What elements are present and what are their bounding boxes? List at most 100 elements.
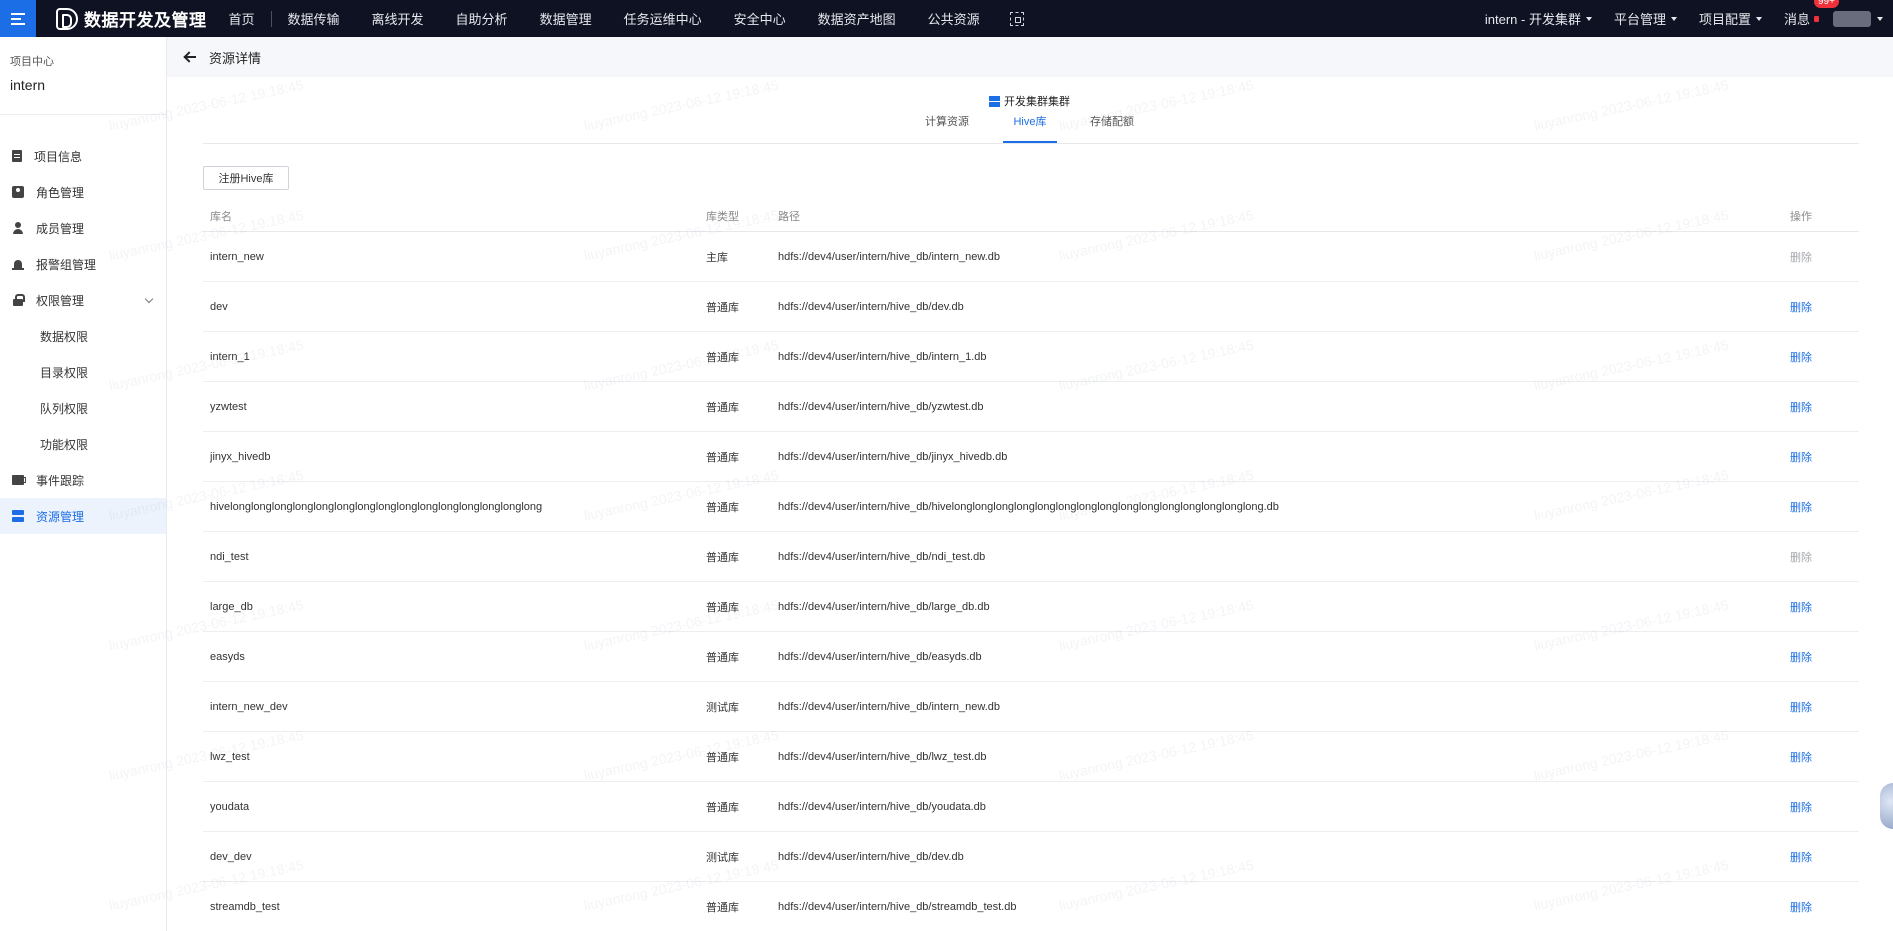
tabs-divider: [203, 143, 1859, 144]
db-name-cell: streamdb_test: [210, 900, 280, 913]
nav-offline-dev[interactable]: 离线开发: [356, 0, 440, 37]
delete-button[interactable]: 删除: [1790, 882, 1812, 931]
delete-button[interactable]: 删除: [1790, 532, 1812, 581]
register-hive-db-button[interactable]: 注册Hive库: [203, 166, 289, 190]
delete-button[interactable]: 删除: [1790, 332, 1812, 381]
delete-button[interactable]: 删除: [1790, 682, 1812, 731]
caret-down-icon: [1755, 16, 1762, 21]
db-name-cell: intern_1: [210, 350, 250, 363]
back-arrow-icon[interactable]: [183, 50, 197, 64]
nav-self-analysis[interactable]: 自助分析: [440, 0, 524, 37]
delete-button[interactable]: 删除: [1790, 832, 1812, 881]
tab-hive-db[interactable]: Hive库: [1003, 113, 1057, 141]
resource-icon: [12, 510, 24, 522]
db-type-cell: 普通库: [706, 751, 739, 764]
sidebar-item-directory-permission[interactable]: 目录权限: [0, 354, 166, 390]
sidebar-item-queue-permission[interactable]: 队列权限: [0, 390, 166, 426]
nav-data-management[interactable]: 数据管理: [524, 0, 608, 37]
nav-data-transfer[interactable]: 数据传输: [272, 0, 356, 37]
messages-button[interactable]: 消息 99+: [1784, 0, 1839, 28]
delete-button[interactable]: 删除: [1790, 282, 1812, 331]
delete-button[interactable]: 删除: [1790, 782, 1812, 831]
db-type-cell: 普通库: [706, 651, 739, 664]
logo-icon: [56, 7, 78, 30]
table-row: lwz_test 普通库 hdfs://dev4/user/intern/hive_…: [203, 732, 1859, 782]
sidebar-item-project-info[interactable]: 项目信息: [0, 138, 166, 174]
sidebar-item-alarm-group[interactable]: 报警组管理: [0, 246, 166, 282]
sidebar-item-permission-management[interactable]: 权限管理: [0, 282, 166, 318]
sidebar-item-label: 报警组管理: [36, 257, 97, 272]
table-row: ndi_test 普通库 hdfs://dev4/user/intern/hive_…: [203, 532, 1859, 582]
nav-data-asset-map[interactable]: 数据资产地图: [802, 0, 912, 37]
project-config-menu[interactable]: 项目配置: [1699, 9, 1762, 28]
sidebar-item-resource-management[interactable]: 资源管理: [0, 498, 166, 534]
nav-home[interactable]: 首页: [221, 0, 271, 37]
db-path-cell: hdfs://dev4/user/intern/hive_db/hivelong…: [778, 500, 1279, 513]
sidebar-item-label: 功能权限: [40, 437, 89, 452]
sidebar-item-label: 资源管理: [36, 509, 85, 524]
cluster-selector[interactable]: intern - 开发集群: [1485, 9, 1592, 28]
tab-compute-resources[interactable]: 计算资源: [916, 113, 978, 141]
db-type-cell: 普通库: [706, 551, 739, 564]
table-row: streamdb_test 普通库 hdfs://dev4/user/intern/…: [203, 882, 1859, 931]
sidebar-item-label: 目录权限: [40, 365, 89, 380]
sidebar-item-label: 成员管理: [36, 221, 85, 236]
table-row: intern_new_dev 测试库 hdfs://dev4/user/intern…: [203, 682, 1859, 732]
project-center-label: 项目中心: [10, 56, 54, 68]
user-avatar[interactable]: [1833, 10, 1871, 27]
lock-icon: [12, 294, 25, 306]
delete-button[interactable]: 删除: [1790, 382, 1812, 431]
db-path-cell: hdfs://dev4/user/intern/hive_db/yzwtest.…: [778, 400, 984, 413]
db-name-cell: large_db: [210, 600, 253, 613]
caret-down-icon: [1670, 16, 1677, 21]
sidebar-item-label: 队列权限: [40, 401, 89, 416]
sidebar-item-member-management[interactable]: 成员管理: [0, 210, 166, 246]
table-row: large_db 普通库 hdfs://dev4/user/intern/hive_…: [203, 582, 1859, 632]
platform-management-menu[interactable]: 平台管理: [1614, 9, 1677, 28]
tab-storage-quota[interactable]: 存储配额: [1082, 113, 1142, 141]
db-name-cell: lwz_test: [210, 750, 250, 763]
sidebar-item-function-permission[interactable]: 功能权限: [0, 426, 166, 462]
delete-button[interactable]: 删除: [1790, 232, 1812, 281]
event-icon: [12, 475, 26, 485]
table-row: intern_new 主库 hdfs://dev4/user/intern/hive…: [203, 232, 1859, 282]
table-row: yzwtest 普通库 hdfs://dev4/user/intern/hive_d…: [203, 382, 1859, 432]
sidebar-item-role-management[interactable]: 角色管理: [0, 174, 166, 210]
table-row: dev_dev 测试库 hdfs://dev4/user/intern/hive_d…: [203, 832, 1859, 882]
db-name-cell: ndi_test: [210, 550, 249, 563]
db-path-cell: hdfs://dev4/user/intern/hive_db/streamdb…: [778, 900, 1017, 913]
column-header-path: 路径: [778, 210, 800, 223]
cluster-icon: [989, 95, 1000, 107]
app-title: 数据开发及管理: [84, 11, 207, 30]
sidebar-item-data-permission[interactable]: 数据权限: [0, 318, 166, 354]
db-path-cell: hdfs://dev4/user/intern/hive_db/ndi_test…: [778, 550, 986, 563]
db-type-cell: 普通库: [706, 901, 739, 914]
delete-button[interactable]: 删除: [1790, 482, 1812, 531]
platform-management-label: 平台管理: [1613, 12, 1666, 27]
nav-public-resources[interactable]: 公共资源: [912, 0, 996, 37]
floating-assistant-icon[interactable]: [1880, 783, 1893, 829]
top-navigation-bar: 数据开发及管理 首页 数据传输 离线开发 自助分析 数据管理 任务运维中心 安全…: [0, 0, 1893, 37]
sidebar-item-event-tracking[interactable]: 事件跟踪: [0, 462, 166, 498]
nav-task-ops-center[interactable]: 任务运维中心: [608, 0, 718, 37]
expand-nav-icon[interactable]: [1009, 11, 1024, 26]
db-path-cell: hdfs://dev4/user/intern/hive_db/youdata.…: [778, 800, 986, 813]
nav-security-center[interactable]: 安全中心: [718, 0, 802, 37]
table-row: intern_1 普通库 hdfs://dev4/user/intern/hive_…: [203, 332, 1859, 382]
column-header-operation: 操作: [1790, 210, 1812, 223]
sidebar-item-label: 数据权限: [40, 329, 89, 344]
delete-button[interactable]: 删除: [1790, 732, 1812, 781]
db-path-cell: hdfs://dev4/user/intern/hive_db/jinyx_hi…: [778, 450, 1008, 463]
delete-button[interactable]: 删除: [1790, 432, 1812, 481]
topbar-right: intern - 开发集群 平台管理 项目配置 消息 99+: [1463, 0, 1883, 37]
cluster-name: 开发集群集群: [1004, 96, 1070, 108]
sidebar-item-label: 角色管理: [36, 185, 85, 200]
sidebar: 项目中心 intern 项目信息 角色管理 成员管理 报警组管理 权限管理 数据…: [0, 37, 167, 931]
delete-button[interactable]: 删除: [1790, 582, 1812, 631]
menu-toggle-button[interactable]: [0, 0, 36, 37]
delete-button[interactable]: 删除: [1790, 632, 1812, 681]
caret-down-icon[interactable]: [1877, 16, 1883, 21]
caret-down-icon: [1585, 16, 1592, 21]
app-logo[interactable]: 数据开发及管理: [56, 6, 207, 31]
db-type-cell: 普通库: [706, 501, 739, 514]
